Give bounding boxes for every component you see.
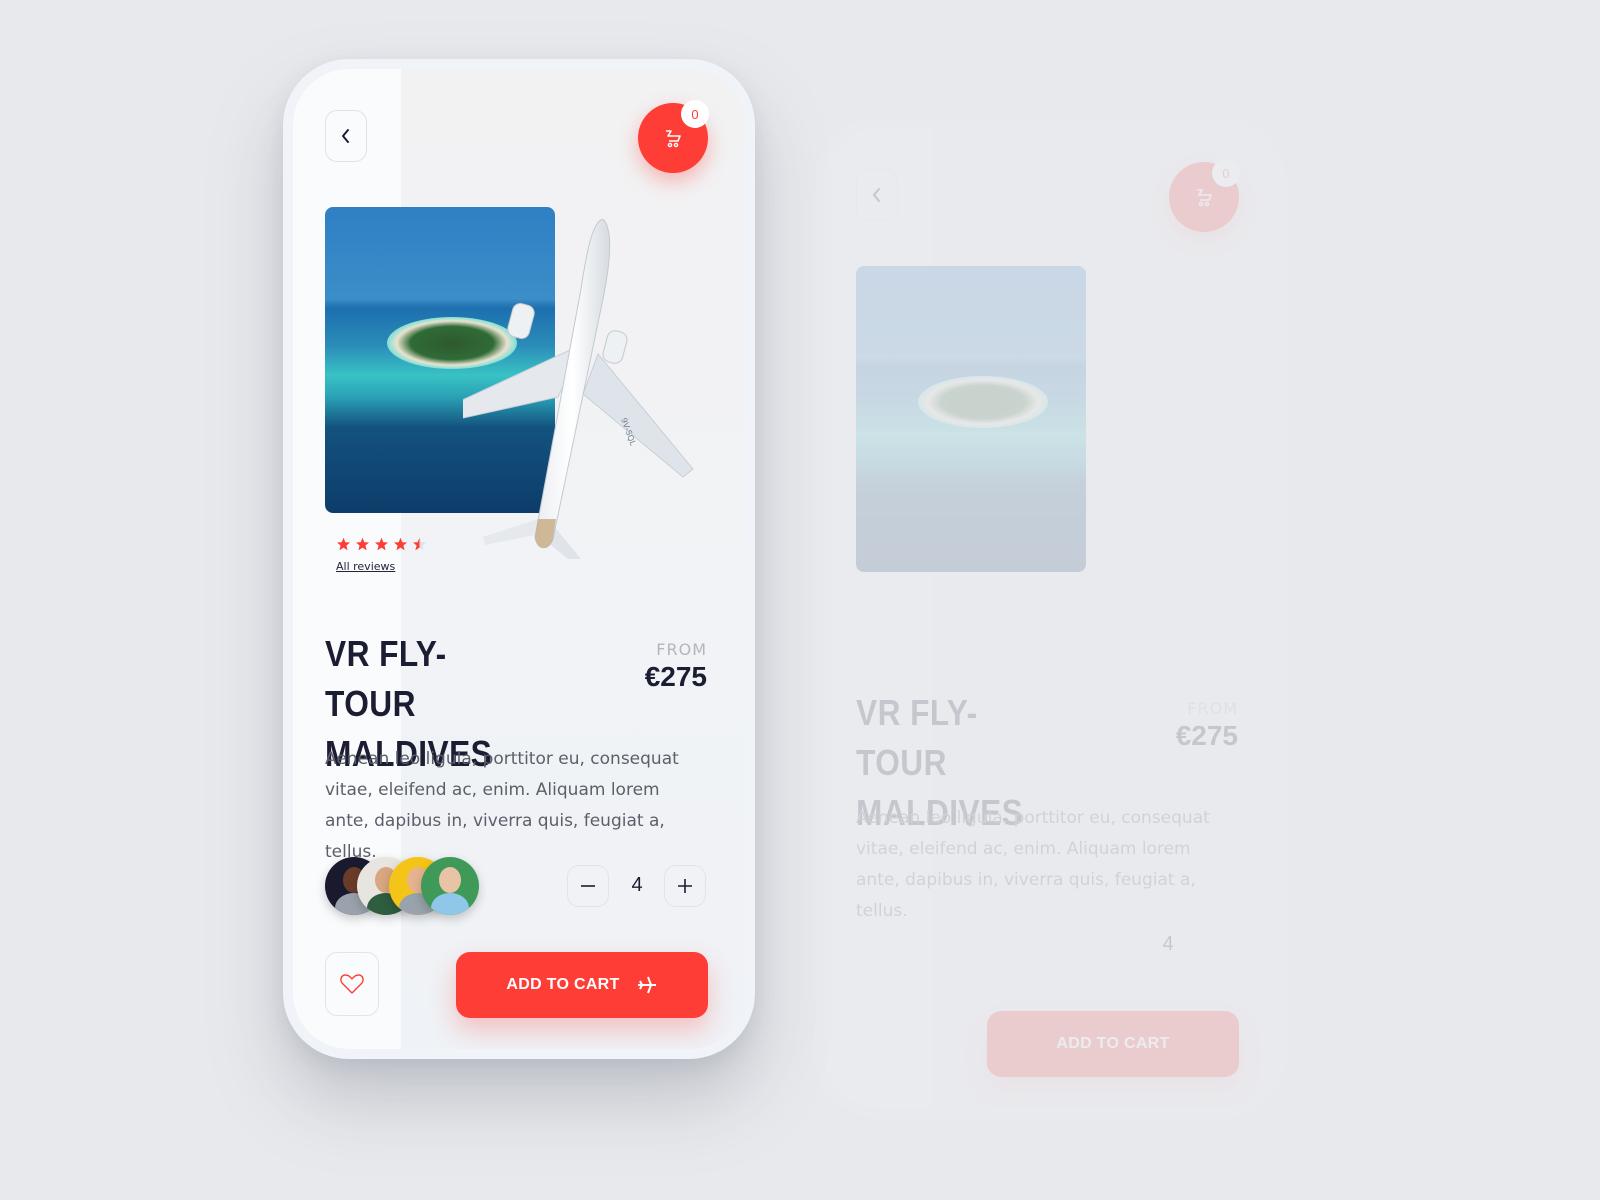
quantity-decrease-button[interactable] [567, 865, 609, 907]
price-from-label: FROM [656, 640, 707, 659]
airplane-image: 9V-SQL [463, 219, 694, 559]
chevron-left-icon [872, 188, 880, 202]
quantity-increase-button[interactable] [664, 865, 706, 907]
price: €275 [644, 661, 707, 692]
cart-count-badge: 0 [681, 100, 709, 128]
title-line-1: VR FLY-TOUR [325, 633, 447, 724]
star-icon [394, 537, 407, 551]
ghost-screen: 0 VR FLY-TOUR MALDIVES FROM €275 Aenean … [824, 128, 1276, 1108]
add-to-cart-label: ADD TO CART [506, 976, 620, 993]
favorite-button[interactable] [325, 952, 379, 1016]
back-button[interactable] [325, 110, 367, 162]
cart-icon [1197, 189, 1213, 207]
cart-icon [666, 130, 681, 148]
avatar-4[interactable] [421, 857, 479, 915]
ghost-phone: 0 VR FLY-TOUR MALDIVES FROM €275 Aenean … [814, 118, 1286, 1118]
star-icon [356, 537, 369, 551]
ghost-from-label: FROM [1187, 699, 1238, 718]
airplane-icon [637, 976, 656, 994]
quantity-value: 4 [631, 874, 643, 896]
ghost-cart-button: 0 [1169, 159, 1240, 232]
phone-frame: 0 9V-SQL All reviews VR FLY-TOUR MALDIVE… [283, 59, 755, 1059]
ghost-hero-image [856, 266, 1086, 572]
ghost-add-to-cart: ADD TO CART [987, 1011, 1239, 1077]
heart-icon [340, 974, 364, 994]
ghost-preview: 0 VR FLY-TOUR MALDIVES FROM €275 Aenean … [0, 0, 1600, 1200]
star-icon [413, 537, 426, 551]
chevron-left-icon [342, 129, 349, 143]
participants-avatars[interactable] [325, 857, 479, 915]
star-icon [375, 537, 388, 551]
ghost-quantity: 4 [1162, 933, 1174, 955]
add-to-cart-button[interactable]: ADD TO CART [456, 952, 708, 1018]
ghost-back-button [856, 169, 898, 221]
product-screen: 0 9V-SQL All reviews VR FLY-TOUR MALDIVE… [293, 69, 745, 1049]
star-icon [337, 537, 350, 551]
ghost-price: €275 [1175, 720, 1238, 751]
ghost-cart-count: 0 [1212, 159, 1240, 187]
all-reviews-link[interactable]: All reviews [336, 560, 395, 573]
ghost-description: Aenean leo ligula, porttitor eu, consequ… [856, 808, 1210, 921]
cart-button[interactable]: 0 [638, 100, 709, 173]
plus-icon [678, 879, 692, 893]
product-description: Aenean leo ligula, porttitor eu, consequ… [325, 749, 679, 862]
star-rating [336, 537, 427, 552]
minus-icon [581, 885, 595, 887]
